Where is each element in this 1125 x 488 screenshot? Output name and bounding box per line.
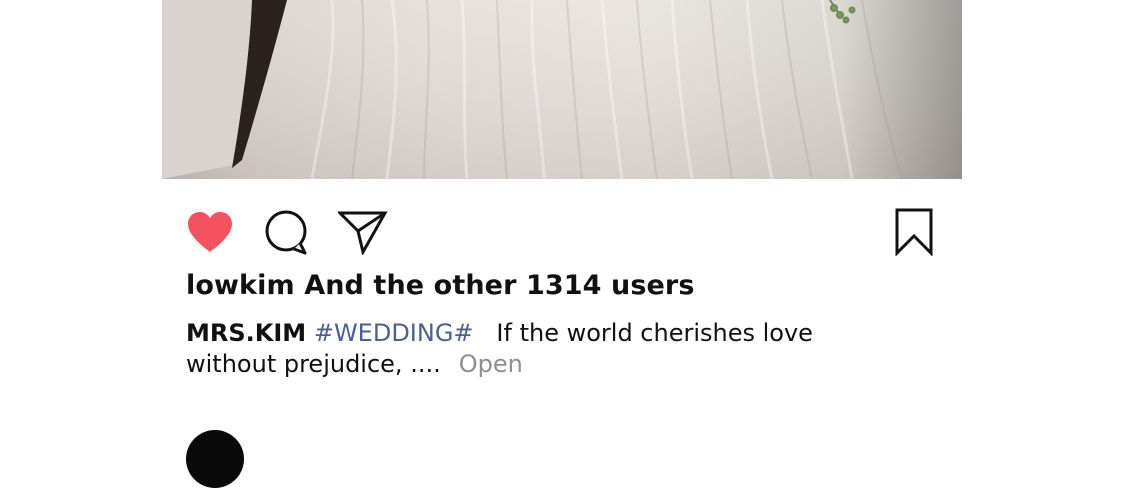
comment-icon bbox=[265, 210, 307, 255]
caption-username[interactable]: MRS.KIM bbox=[186, 319, 306, 347]
like-button[interactable] bbox=[186, 208, 234, 256]
comment-button[interactable] bbox=[264, 208, 308, 256]
post-photo[interactable] bbox=[162, 0, 962, 179]
wedding-dress-image bbox=[162, 0, 962, 179]
caption-more-link[interactable]: Open bbox=[459, 350, 523, 378]
save-button[interactable] bbox=[894, 208, 934, 256]
send-icon bbox=[338, 211, 388, 255]
bookmark-icon bbox=[895, 208, 933, 256]
caption-hashtag[interactable]: #WEDDING# bbox=[314, 319, 474, 347]
heart-icon bbox=[188, 212, 232, 252]
avatar[interactable] bbox=[186, 430, 244, 488]
share-button[interactable] bbox=[338, 208, 388, 256]
post-action-bar bbox=[186, 208, 934, 256]
post-caption: MRS.KIM #WEDDING# If the world cherishes… bbox=[186, 318, 886, 380]
likes-summary[interactable]: lowkim And the other 1314 users bbox=[186, 270, 695, 301]
